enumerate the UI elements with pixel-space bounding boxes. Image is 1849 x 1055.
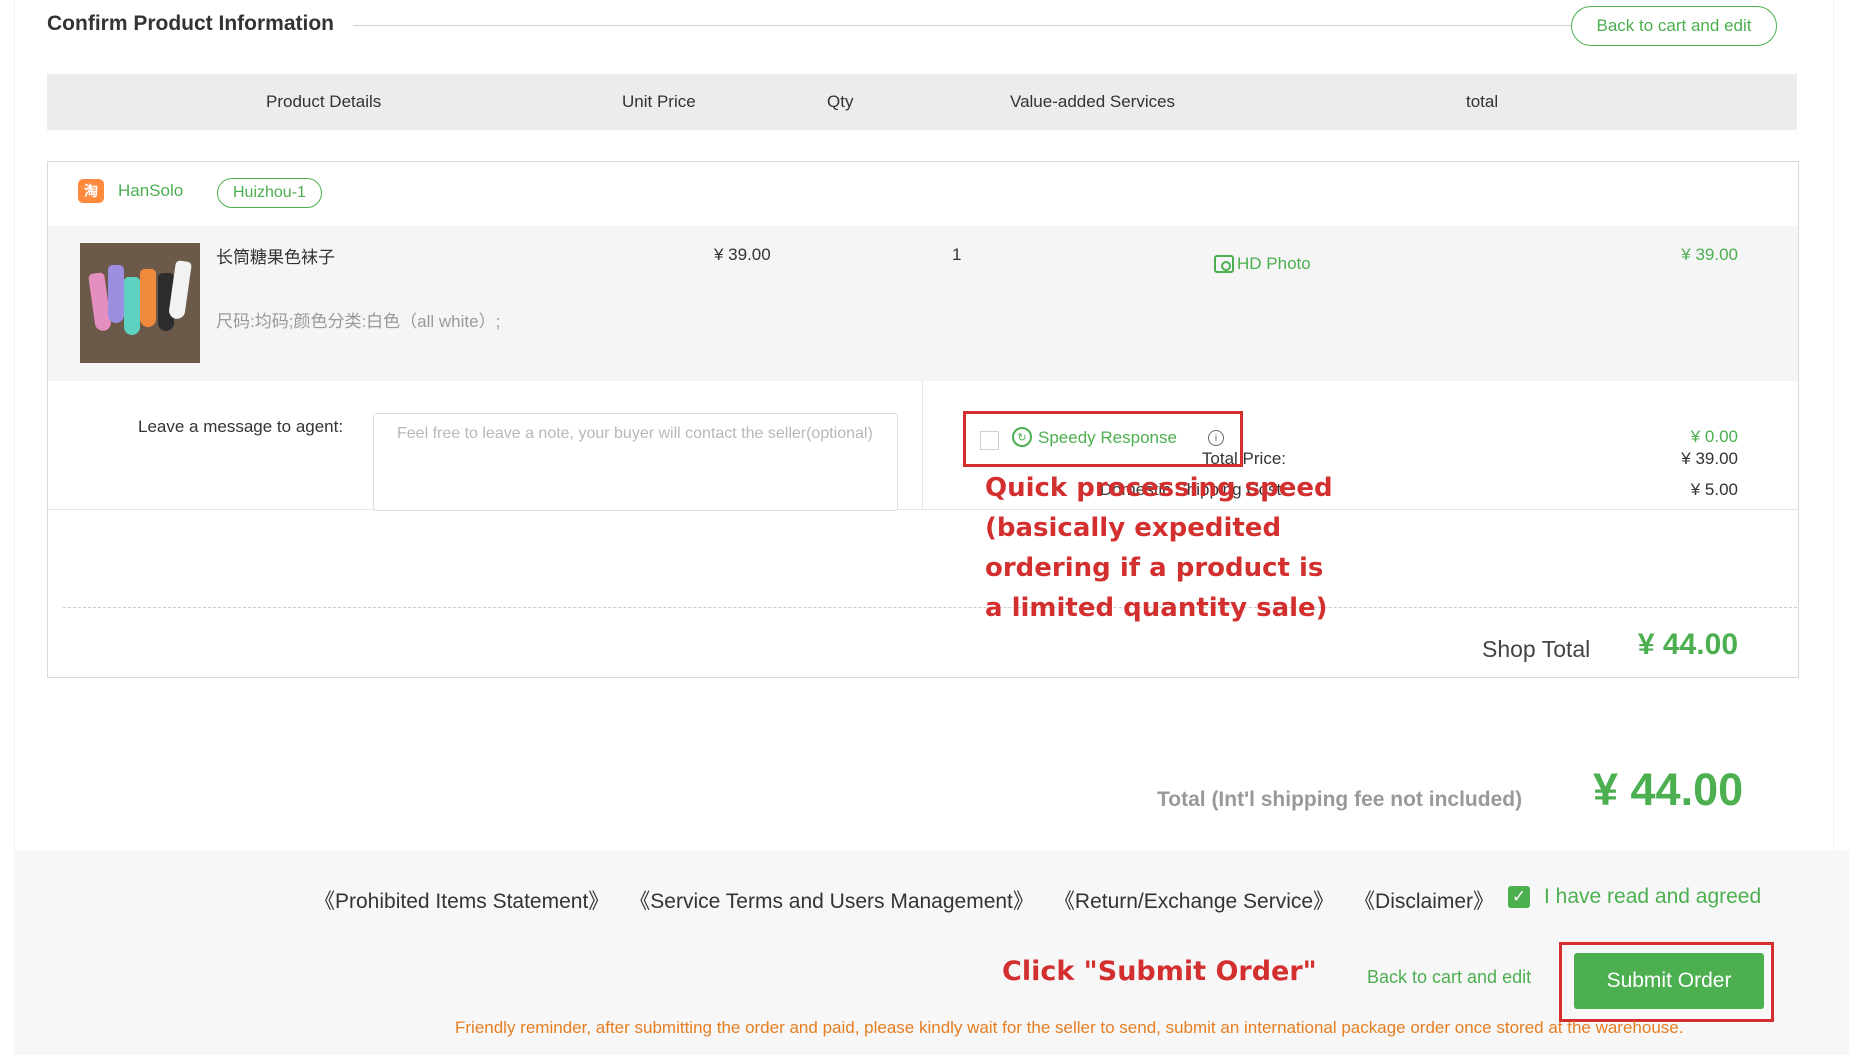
product-attributes: 尺码:均码;颜色分类:白色（all white）; [216, 312, 501, 331]
order-footer: 《Prohibited Items Statement》 《Service Te… [14, 850, 1849, 1055]
col-qty: Qty [827, 92, 854, 111]
total-price-value: ¥ 39.00 [1681, 449, 1738, 468]
table-header: Product Details Unit Price Qty Value-add… [47, 74, 1797, 130]
speedy-response-label[interactable]: Speedy Response [1038, 428, 1177, 448]
domestic-shipping-value: ¥ 5.00 [1690, 480, 1738, 499]
section-title: Confirm Product Information [47, 12, 334, 35]
grand-total-label: Total (Int'l shipping fee not included) [1157, 788, 1523, 811]
info-icon[interactable]: i [1208, 430, 1224, 446]
taobao-icon: 淘 [78, 179, 104, 203]
message-row: Leave a message to agent: ↻ Speedy Respo… [48, 381, 1798, 511]
policy-links: 《Prohibited Items Statement》 《Service Te… [314, 885, 1494, 915]
sock-teal [124, 277, 140, 335]
friendly-reminder: Friendly reminder, after submitting the … [455, 1018, 1684, 1037]
quantity: 1 [952, 245, 962, 264]
prohibited-items-link[interactable]: 《Prohibited Items Statement》 [314, 885, 609, 915]
order-confirm-page: Confirm Product Information Back to cart… [14, 0, 1849, 1055]
grand-total-value: ¥ 44.00 [1593, 764, 1744, 815]
warehouse-badge: Huizhou-1 [217, 178, 322, 208]
col-total: total [1466, 92, 1499, 111]
summary-divider [63, 607, 1797, 608]
sock-white [168, 260, 192, 320]
shop-block: 淘 HanSolo Huizhou-1 长筒糖果色袜子 尺码:均码;颜色分类:白… [47, 161, 1799, 678]
speedy-clock-icon: ↻ [1012, 427, 1032, 447]
agreement[interactable]: ✓ I have read and agreed [1508, 885, 1761, 909]
service-price: ¥ 0.00 [1690, 427, 1738, 446]
confirm-card: Confirm Product Information Back to cart… [14, 0, 1834, 850]
col-product-details: Product Details [266, 92, 382, 111]
sock-orange [140, 269, 156, 327]
speedy-annotation: Quick processing speed (basically expedi… [985, 473, 1333, 622]
product-row: 长筒糖果色袜子 尺码:均码;颜色分类:白色（all white）; ¥ 39.0… [48, 226, 1798, 381]
line-total: ¥ 39.00 [1681, 245, 1738, 264]
message-label: Leave a message to agent: [138, 417, 344, 436]
hd-photo-label: HD Photo [1237, 254, 1311, 273]
submit-highlight: Submit Order [1559, 942, 1774, 1022]
service-terms-link[interactable]: 《Service Terms and Users Management》 [629, 885, 1034, 915]
product-thumbnail[interactable] [80, 243, 200, 363]
product-name[interactable]: 长筒糖果色袜子 [216, 243, 335, 268]
shop-total-value: ¥ 44.00 [1637, 628, 1738, 661]
hd-photo-service[interactable]: HD Photo [1214, 254, 1311, 274]
col-unit-price: Unit Price [622, 92, 696, 111]
submit-order-button[interactable]: Submit Order [1574, 953, 1764, 1009]
total-price-label: Total Price: [1201, 449, 1286, 468]
col-value-added-services: Value-added Services [1010, 92, 1176, 111]
speedy-response-checkbox[interactable] [980, 431, 999, 450]
camera-icon [1214, 255, 1234, 273]
return-exchange-link[interactable]: 《Return/Exchange Service》 [1054, 885, 1334, 915]
message-textarea[interactable] [373, 413, 898, 511]
sock-purple [108, 265, 124, 323]
disclaimer-link[interactable]: 《Disclaimer》 [1354, 885, 1494, 915]
agree-checkbox[interactable]: ✓ [1508, 886, 1530, 908]
shop-header: 淘 HanSolo Huizhou-1 [48, 162, 1798, 226]
back-to-cart-link[interactable]: Back to cart and edit [1367, 967, 1531, 988]
agree-label[interactable]: I have read and agreed [1544, 885, 1761, 909]
back-to-cart-button[interactable]: Back to cart and edit [1571, 6, 1777, 46]
row-divider [922, 381, 923, 510]
shop-total-label: Shop Total [1482, 636, 1591, 662]
title-divider [353, 25, 1585, 26]
submit-annotation: Click "Submit Order" [1002, 956, 1317, 987]
seller-name-link[interactable]: HanSolo [118, 181, 183, 201]
unit-price: ¥ 39.00 [714, 245, 771, 264]
